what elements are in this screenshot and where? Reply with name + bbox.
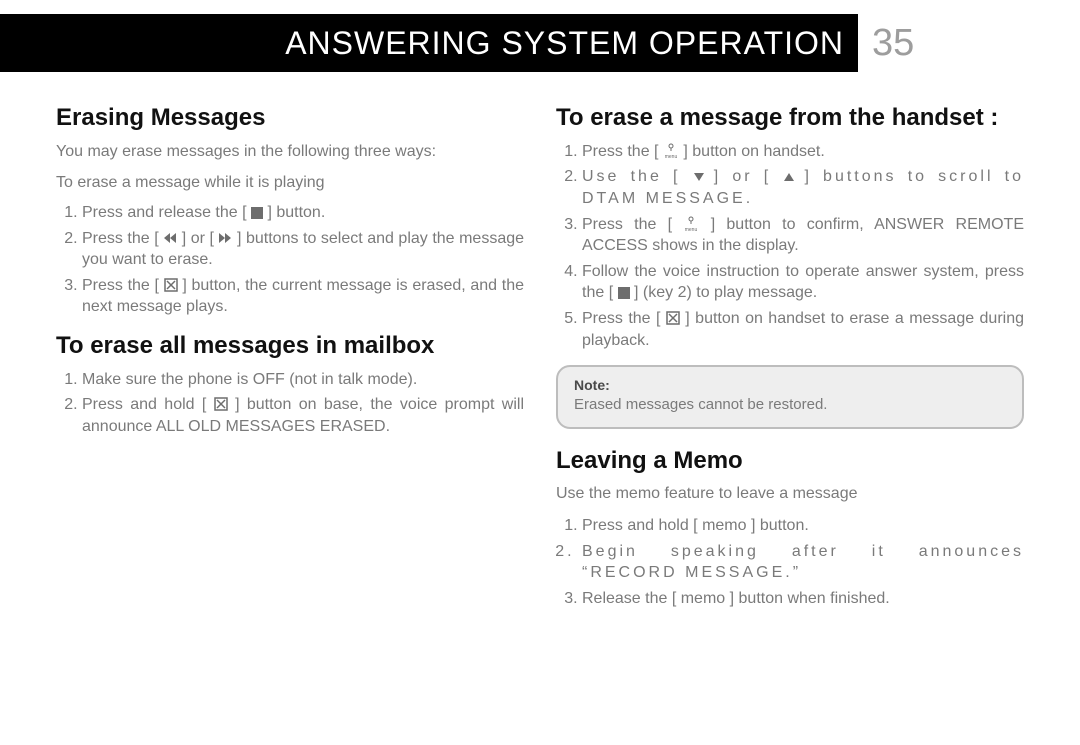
- right-column: To erase a message from the handset : Pr…: [556, 92, 1024, 725]
- note-text: Erased messages cannot be restored.: [574, 395, 1006, 415]
- stop-icon: [618, 287, 630, 299]
- erasing-intro: You may erase messages in the following …: [56, 141, 524, 163]
- menu-icon: menu: [663, 143, 679, 159]
- text: ] button on handset.: [683, 143, 824, 160]
- up-arrow-icon: [782, 169, 796, 183]
- step: Use the [ ] or [ ] buttons to scroll to …: [582, 166, 1024, 209]
- erase-while-playing-steps: Press and release the [ ] button. Press …: [56, 202, 524, 318]
- content-columns: Erasing Messages You may erase messages …: [56, 92, 1024, 725]
- manual-page: ANSWERING SYSTEM OPERATION 35 Erasing Me…: [0, 0, 1080, 745]
- header-title: ANSWERING SYSTEM OPERATION: [285, 25, 844, 62]
- header-bar: ANSWERING SYSTEM OPERATION: [0, 14, 858, 72]
- erase-while-playing-subhead: To erase a message while it is playing: [56, 172, 524, 194]
- page-number: 35: [858, 14, 914, 72]
- text: Press the [: [582, 216, 683, 233]
- memo-steps: Press and hold [ memo ] button. Begin sp…: [556, 515, 1024, 609]
- step: Press and hold [ ] button on base, the v…: [82, 394, 524, 437]
- step: Release the [ memo ] button when finishe…: [582, 588, 1024, 610]
- forward-icon: [218, 231, 232, 245]
- text: Press the [: [82, 277, 164, 294]
- section-title-erase-handset: To erase a message from the handset :: [556, 104, 1024, 133]
- text: Press and hold [: [82, 396, 214, 413]
- rewind-icon: [163, 231, 177, 245]
- step: Press and release the [ ] button.: [82, 202, 524, 224]
- stop-icon: [251, 207, 263, 219]
- delete-icon: [666, 311, 680, 325]
- step: Press the [ ] button on handset to erase…: [582, 308, 1024, 351]
- note-box: Note: Erased messages cannot be restored…: [556, 365, 1024, 429]
- step: Press the [ menu ] button to confirm, AN…: [582, 214, 1024, 257]
- text: Press the [: [82, 230, 163, 247]
- step: Press the [ ] button, the current messag…: [82, 275, 524, 318]
- section-title-erasing: Erasing Messages: [56, 104, 524, 133]
- text: ] or [: [182, 230, 219, 247]
- left-column: Erasing Messages You may erase messages …: [56, 92, 524, 725]
- erase-handset-steps: Press the [ menu ] button on handset. Us…: [556, 141, 1024, 351]
- memo-intro: Use the memo feature to leave a message: [556, 483, 1024, 505]
- delete-icon: [214, 397, 228, 411]
- menu-icon: menu: [683, 216, 699, 232]
- step: Make sure the phone is OFF (not in talk …: [82, 369, 524, 391]
- step: Press the [ menu ] button on handset.: [582, 141, 1024, 163]
- text: Press the [: [582, 310, 666, 327]
- delete-icon: [164, 278, 178, 292]
- step: Press the [ ] or [ ] buttons to select a…: [82, 228, 524, 271]
- text: ] or [: [714, 168, 783, 185]
- text: ] (key 2) to play message.: [634, 284, 817, 301]
- section-title-erase-all: To erase all messages in mailbox: [56, 332, 524, 361]
- step: Follow the voice instruction to operate …: [582, 261, 1024, 304]
- svg-text:menu: menu: [665, 154, 678, 159]
- note-title: Note:: [574, 377, 1006, 393]
- step: Press and hold [ memo ] button.: [582, 515, 1024, 537]
- text: Press the [: [582, 143, 663, 160]
- erase-all-steps: Make sure the phone is OFF (not in talk …: [56, 369, 524, 438]
- text: Press and release the [: [82, 204, 251, 221]
- text: Use the [: [582, 168, 692, 185]
- step: Begin speaking after it announces “RECOR…: [582, 541, 1024, 584]
- section-title-memo: Leaving a Memo: [556, 447, 1024, 476]
- svg-text:menu: menu: [685, 227, 698, 232]
- text: ] button.: [267, 204, 325, 221]
- down-arrow-icon: [692, 169, 706, 183]
